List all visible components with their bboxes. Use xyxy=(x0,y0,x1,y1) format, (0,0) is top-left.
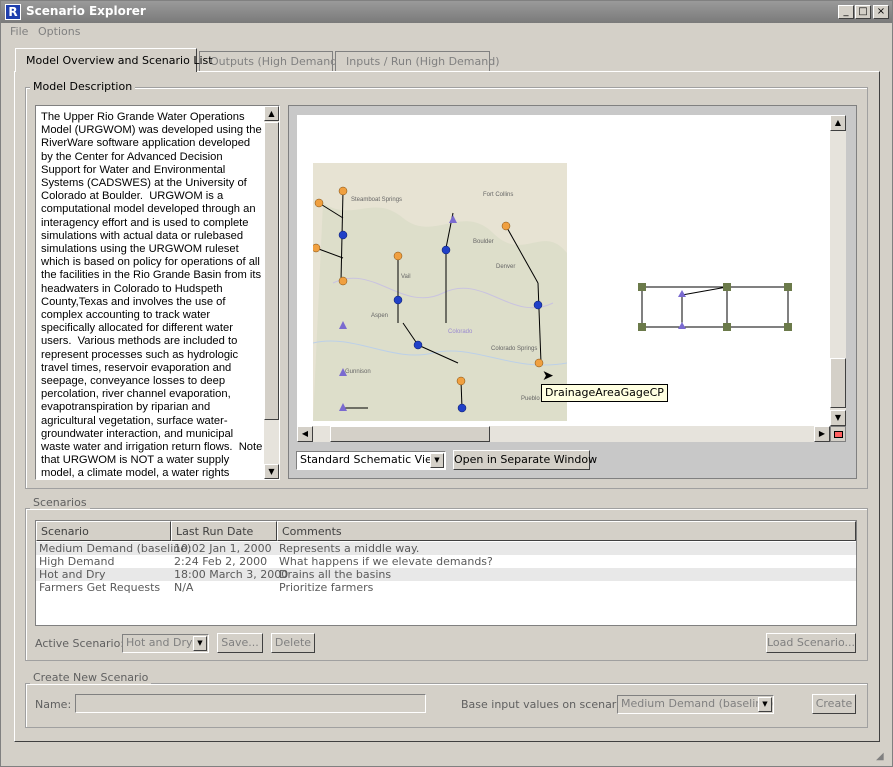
active-scenario-label: Active Scenario: xyxy=(35,637,125,650)
cell-date: 2:24 Feb 2, 2000 xyxy=(174,555,268,568)
map-label-fort-collins: Fort Collins xyxy=(483,192,513,198)
cell-scenario: Hot and Dry xyxy=(39,568,106,581)
map-label-colorado: Colorado xyxy=(448,329,473,335)
description-text-area[interactable]: The Upper Rio Grande Water Operations Mo… xyxy=(35,105,280,480)
schematic-scroll-down-icon[interactable]: ▼ xyxy=(830,410,846,426)
schematic-scroll-up-icon[interactable]: ▲ xyxy=(830,115,846,131)
table-row[interactable]: Hot and Dry 18:00 March 3, 2000 Drains a… xyxy=(36,568,856,581)
chevron-down-icon[interactable]: ▼ xyxy=(193,636,207,651)
view-select-value: Standard Schematic View xyxy=(300,453,441,466)
tab-inputs-run[interactable]: Inputs / Run (High Demand) xyxy=(335,51,500,71)
save-button[interactable]: Save... xyxy=(217,633,263,653)
map-label-gunnison: Gunnison xyxy=(345,369,371,375)
map-label-steamboat: Steamboat Springs xyxy=(351,197,402,203)
map-schematic-svg: Steamboat Springs Fort Collins Boulder D… xyxy=(311,163,568,421)
cell-comment: Represents a middle way. xyxy=(279,542,420,555)
scroll-up-icon[interactable]: ▲ xyxy=(264,106,279,121)
mouse-cursor-icon: ➤ xyxy=(542,368,554,384)
cell-scenario: Farmers Get Requests xyxy=(39,581,161,594)
close-button[interactable]: × xyxy=(873,5,889,19)
menu-file[interactable]: File xyxy=(10,25,28,38)
tab-outputs[interactable]: Outputs (High Demand) xyxy=(199,51,341,71)
model-description-title: Model Description xyxy=(30,80,136,93)
create-scenario-title: Create New Scenario xyxy=(30,671,152,684)
name-input[interactable] xyxy=(75,694,426,713)
menu-options[interactable]: Options xyxy=(38,25,80,38)
base-input-label: Base input values on scenario: xyxy=(461,698,630,711)
schematic-scroll-left-icon[interactable]: ◀ xyxy=(297,426,313,442)
secondary-schematic-svg xyxy=(638,283,792,331)
colorado-map: Steamboat Springs Fort Collins Boulder D… xyxy=(311,163,568,421)
window-title: Scenario Explorer xyxy=(26,4,146,18)
cell-comment: Drains all the basins xyxy=(279,568,392,581)
view-select[interactable]: Standard Schematic View ▼ xyxy=(296,451,446,470)
create-button[interactable]: Create xyxy=(812,694,856,714)
base-scenario-value: Medium Demand (baseline) xyxy=(621,697,774,710)
column-header-last-run[interactable]: Last Run Date xyxy=(171,521,277,541)
resize-grip-icon[interactable]: ◢ xyxy=(876,751,888,763)
maximize-button[interactable]: □ xyxy=(855,5,871,19)
scroll-down-icon[interactable]: ▼ xyxy=(264,464,279,479)
cell-comment: What happens if we elevate demands? xyxy=(279,555,493,568)
schematic-hthumb[interactable] xyxy=(330,426,490,442)
tab-model-overview[interactable]: Model Overview and Scenario List xyxy=(15,48,213,72)
cell-date: 10:02 Jan 1, 2000 xyxy=(174,542,272,555)
cell-date: N/A xyxy=(174,581,194,594)
map-label-boulder: Boulder xyxy=(473,239,494,245)
chevron-down-icon[interactable]: ▼ xyxy=(430,453,444,468)
base-scenario-select[interactable]: Medium Demand (baseline) ▼ xyxy=(617,695,774,714)
minimize-button[interactable]: _ xyxy=(838,5,854,19)
map-label-vail: Vail xyxy=(401,274,411,280)
table-row[interactable]: Farmers Get Requests N/A Prioritize farm… xyxy=(36,581,856,594)
column-header-scenario[interactable]: Scenario xyxy=(36,521,171,541)
description-text: The Upper Rio Grande Water Operations Mo… xyxy=(41,111,263,480)
schematic-vthumb[interactable] xyxy=(830,358,846,408)
table-row[interactable]: Medium Demand (baseline) 10:02 Jan 1, 20… xyxy=(36,542,856,555)
open-separate-window-button[interactable]: Open in Separate Window xyxy=(453,450,597,470)
map-label-pueblo: Pueblo xyxy=(521,396,540,402)
cell-comment: Prioritize farmers xyxy=(279,581,374,594)
scenarios-title: Scenarios xyxy=(30,496,90,509)
name-label: Name: xyxy=(35,698,72,711)
menu-bar xyxy=(1,23,892,41)
corner-navigator-icon[interactable] xyxy=(830,426,846,442)
column-header-comments[interactable]: Comments xyxy=(277,521,856,541)
active-scenario-value: Hot and Dry xyxy=(126,636,193,649)
chevron-down-icon[interactable]: ▼ xyxy=(758,697,772,712)
riverware-logo-icon: R xyxy=(5,4,21,20)
table-row[interactable]: High Demand 2:24 Feb 2, 2000 What happen… xyxy=(36,555,856,568)
map-label-colorado-springs: Colorado Springs xyxy=(491,346,537,352)
map-label-denver: Denver xyxy=(496,264,515,270)
schematic-scroll-right-icon[interactable]: ▶ xyxy=(814,426,830,442)
active-scenario-select[interactable]: Hot and Dry ▼ xyxy=(122,634,209,653)
node-tooltip: DrainageAreaGageCP xyxy=(541,384,668,402)
cell-scenario: High Demand xyxy=(39,555,115,568)
delete-button[interactable]: Delete xyxy=(271,633,315,653)
load-scenario-button[interactable]: Load Scenario... xyxy=(766,633,856,653)
cell-date: 18:00 March 3, 2000 xyxy=(174,568,289,581)
map-label-aspen: Aspen xyxy=(371,313,388,319)
scroll-thumb[interactable] xyxy=(264,122,279,420)
cell-scenario: Medium Demand (baseline) xyxy=(39,542,192,555)
